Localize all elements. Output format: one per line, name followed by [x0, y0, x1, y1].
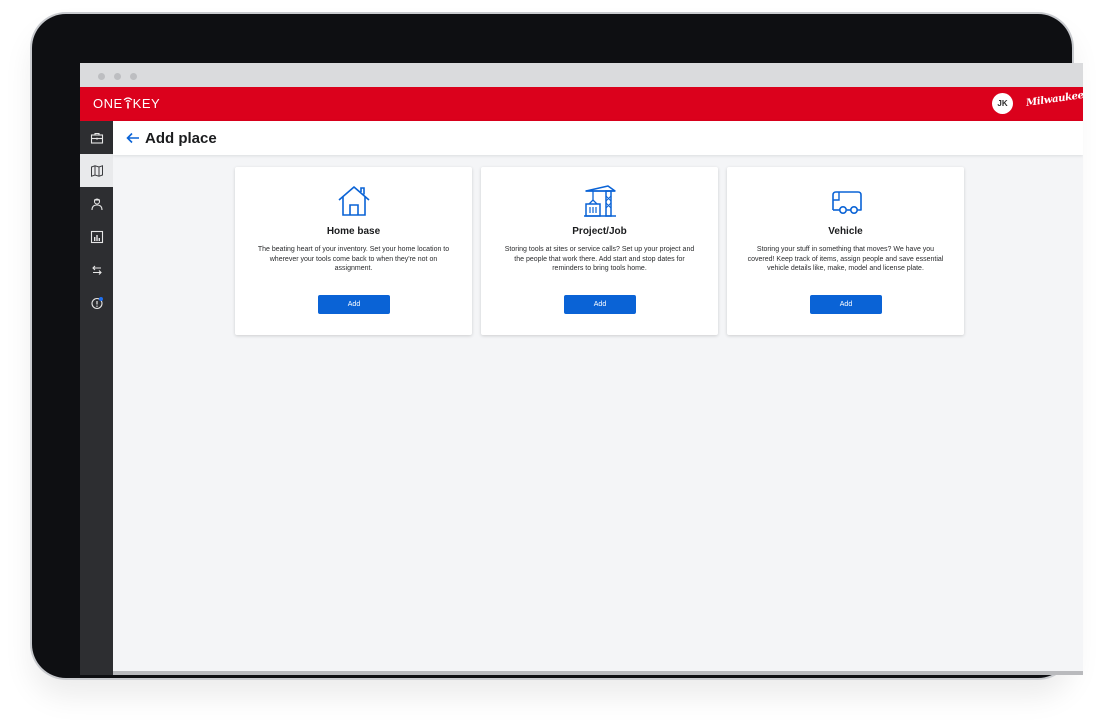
- app-screen: ONE KEY JK Milwaukee Add place Home base…: [80, 63, 1083, 675]
- card-title: Project/Job: [572, 226, 627, 237]
- add-vehicle-button[interactable]: Add: [810, 295, 882, 314]
- report-icon: [90, 230, 103, 243]
- person-icon: [90, 197, 103, 210]
- browser-bar: [80, 63, 1083, 87]
- toolbox-icon: [90, 132, 103, 144]
- house-icon: [338, 186, 370, 216]
- add-home-base-button[interactable]: Add: [318, 295, 390, 314]
- card-description: The beating heart of your inventory. Set…: [257, 246, 450, 272]
- sidebar-item-transfers[interactable]: [80, 253, 113, 286]
- sidebar-item-reports[interactable]: [80, 220, 113, 253]
- card-title: Vehicle: [828, 226, 863, 237]
- project-job-card: Project/Job Storing tools at sites or se…: [481, 167, 718, 335]
- page-title: Add place: [145, 130, 217, 147]
- back-arrow-icon[interactable]: [125, 130, 141, 146]
- window-dot: [98, 73, 105, 80]
- window-dot: [130, 73, 137, 80]
- sidebar-item-people[interactable]: [80, 187, 113, 220]
- logo-text-left: ONE: [93, 96, 123, 111]
- home-base-card: Home base The beating heart of your inve…: [235, 167, 472, 335]
- crane-icon: [584, 185, 616, 217]
- milwaukee-logo: Milwaukee: [1025, 90, 1083, 109]
- window-dot: [114, 73, 121, 80]
- user-avatar[interactable]: JK: [992, 93, 1013, 114]
- sidebar-item-alerts[interactable]: [80, 286, 113, 319]
- tablet-frame: ONE KEY JK Milwaukee Add place Home base…: [32, 14, 1083, 678]
- top-bar: ONE KEY JK Milwaukee: [80, 87, 1083, 121]
- card-description: Storing tools at sites or service calls?…: [504, 246, 695, 272]
- vehicle-card: Vehicle Storing your stuff in something …: [727, 167, 964, 335]
- logo-text-right: KEY: [132, 96, 161, 111]
- wifi-key-icon: [123, 97, 133, 109]
- page-header: Add place: [113, 121, 1083, 155]
- van-icon: [832, 191, 862, 214]
- map-icon: [90, 164, 103, 177]
- sidebar-item-tools[interactable]: [80, 121, 113, 154]
- alert-icon: [90, 296, 103, 309]
- onekey-logo[interactable]: ONE KEY: [93, 96, 160, 111]
- transfer-icon: [91, 265, 102, 275]
- sidebar: [80, 121, 113, 675]
- sidebar-item-places[interactable]: [80, 154, 113, 187]
- card-description: Storing your stuff in something that mov…: [747, 246, 944, 272]
- add-project-job-button[interactable]: Add: [564, 295, 636, 314]
- card-title: Home base: [326, 226, 381, 237]
- screen-bottom-edge: [113, 671, 1083, 675]
